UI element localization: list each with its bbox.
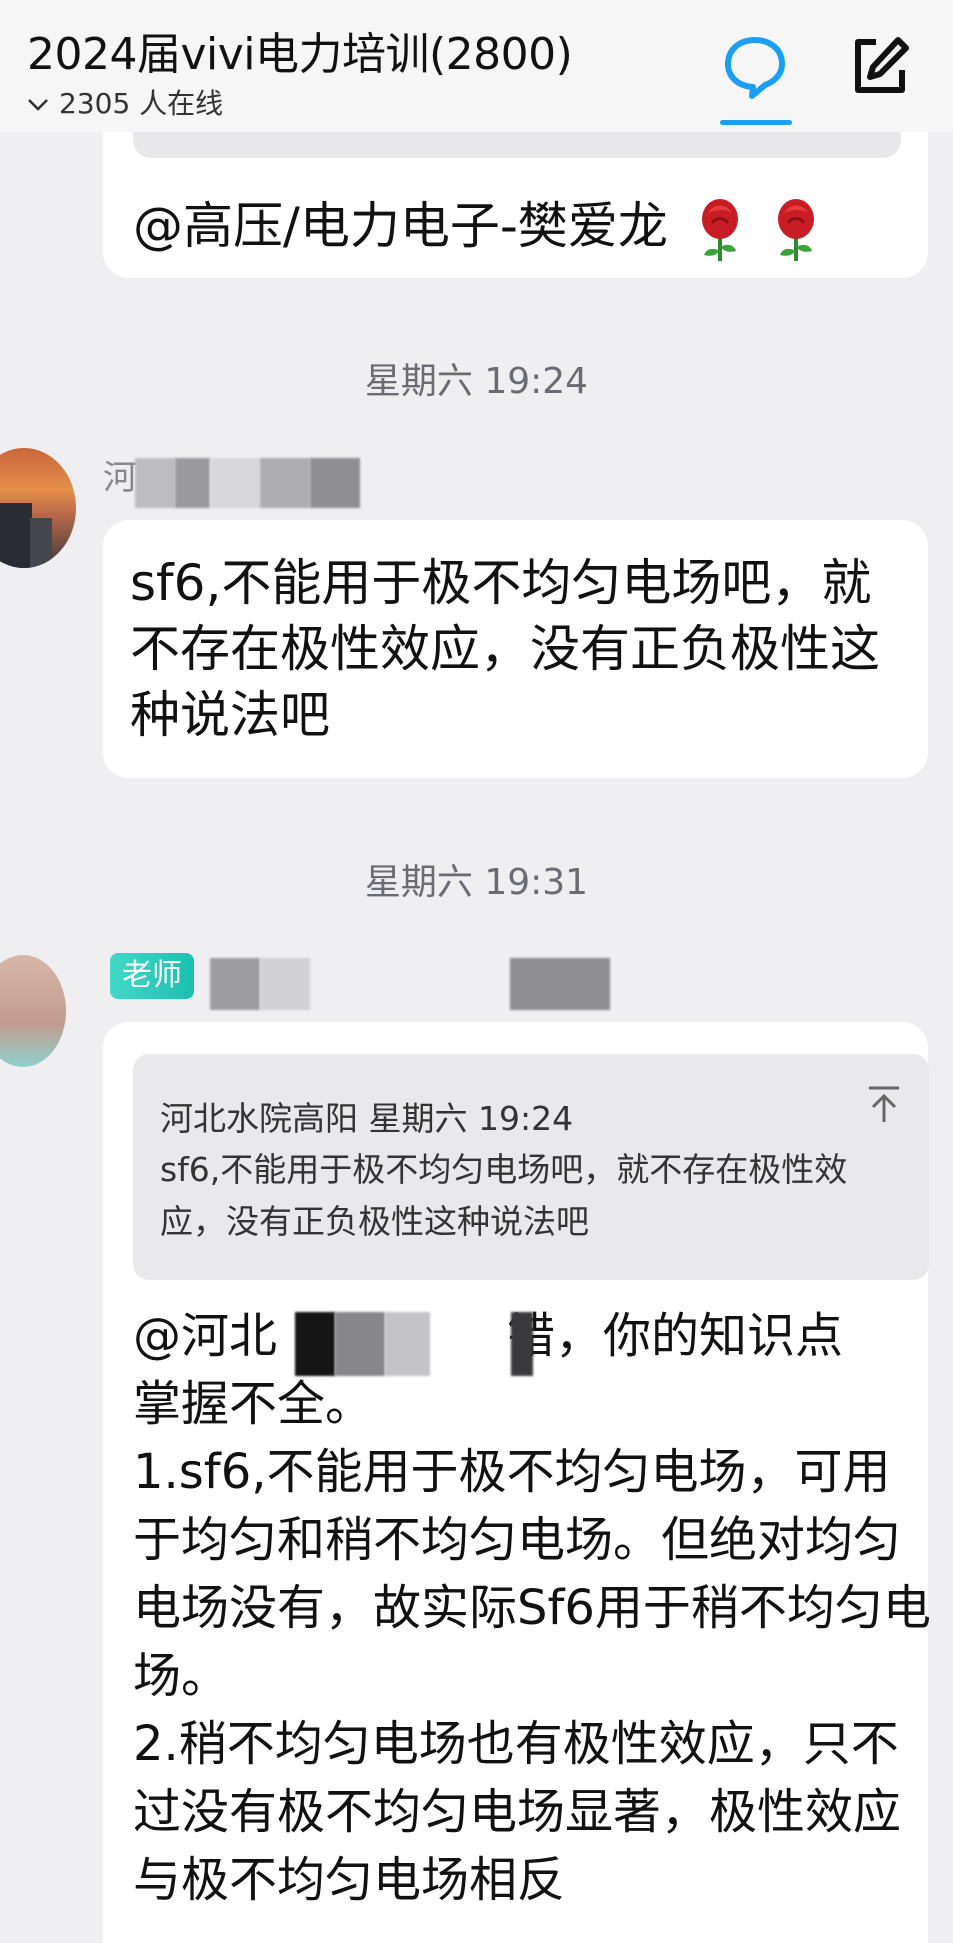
redacted-block xyxy=(335,1312,385,1376)
avatar[interactable] xyxy=(0,955,66,1067)
redacted-block xyxy=(385,1312,430,1376)
redacted-block xyxy=(260,958,310,1010)
jump-to-original-icon[interactable] xyxy=(865,1084,903,1124)
message-text: @河北 错，你的知识点 掌握不全。 1.sf6,不能用于极不均匀电场，可用于均匀和… xyxy=(133,1302,933,1914)
chat-header: 2024届vivi电力培训(2800) 2305 人在线 xyxy=(0,0,953,132)
mention-start: @河北 xyxy=(133,1308,278,1364)
mention-end: 错，你的知识点 xyxy=(507,1308,844,1364)
redacted-block xyxy=(510,958,610,1010)
sender-name-visible: 河 xyxy=(103,458,137,498)
redacted-block xyxy=(260,458,310,508)
redacted-block xyxy=(210,958,260,1010)
mention-label: @高压/电力电子-樊爱龙 xyxy=(133,197,668,255)
chat-tab-indicator xyxy=(720,120,792,125)
rose-emoji-icon xyxy=(696,197,744,263)
online-count[interactable]: 2305 人在线 xyxy=(27,82,223,122)
avatar[interactable] xyxy=(0,448,76,568)
message-text: sf6,不能用于极不均匀电场吧，就不存在极性效应，没有正负极性这种说法吧 xyxy=(130,554,880,744)
message-bubble[interactable]: sf6,不能用于极不均匀电场吧，就不存在极性效应，没有正负极性这种说法吧 xyxy=(103,520,928,778)
quote-header: 河北水院高阳 星期六 19:24 xyxy=(160,1099,574,1138)
message-body: 掌握不全。 1.sf6,不能用于极不均匀电场，可用于均匀和稍不均匀电场。但绝对均… xyxy=(133,1376,931,1908)
chevron-down-icon xyxy=(28,99,48,111)
sender-name[interactable]: 河 xyxy=(103,450,137,499)
quoted-message[interactable]: 河北水院高阳 星期六 19:24 sf6,不能用于极不均匀电场吧，就不存在极性效… xyxy=(133,1054,929,1280)
group-title[interactable]: 2024届vivi电力培训(2800) xyxy=(27,18,573,82)
online-count-label: 2305 人在线 xyxy=(59,87,224,120)
redacted-block xyxy=(135,458,175,508)
teacher-badge: 老师 xyxy=(110,953,194,999)
redacted-block xyxy=(310,458,360,508)
edit-icon[interactable] xyxy=(848,34,912,98)
message-bubble[interactable]: 河北水院高阳 星期六 19:24 sf6,不能用于极不均匀电场吧，就不存在极性效… xyxy=(103,1022,931,1943)
redacted-block xyxy=(295,1312,335,1376)
redacted-block xyxy=(511,1312,533,1376)
timestamp: 星期六 19:31 xyxy=(364,862,589,903)
rose-emoji-icon xyxy=(772,197,820,263)
timestamp: 星期六 19:24 xyxy=(364,361,589,402)
mention-text: @高压/电力电子-樊爱龙 xyxy=(133,186,820,263)
quote-text: sf6,不能用于极不均匀电场吧，就不存在极性效应，没有正负极性这种说法吧 xyxy=(160,1150,848,1241)
redacted-block xyxy=(210,458,260,508)
chat-bubble-icon[interactable] xyxy=(722,34,788,100)
redacted-block xyxy=(175,458,210,508)
